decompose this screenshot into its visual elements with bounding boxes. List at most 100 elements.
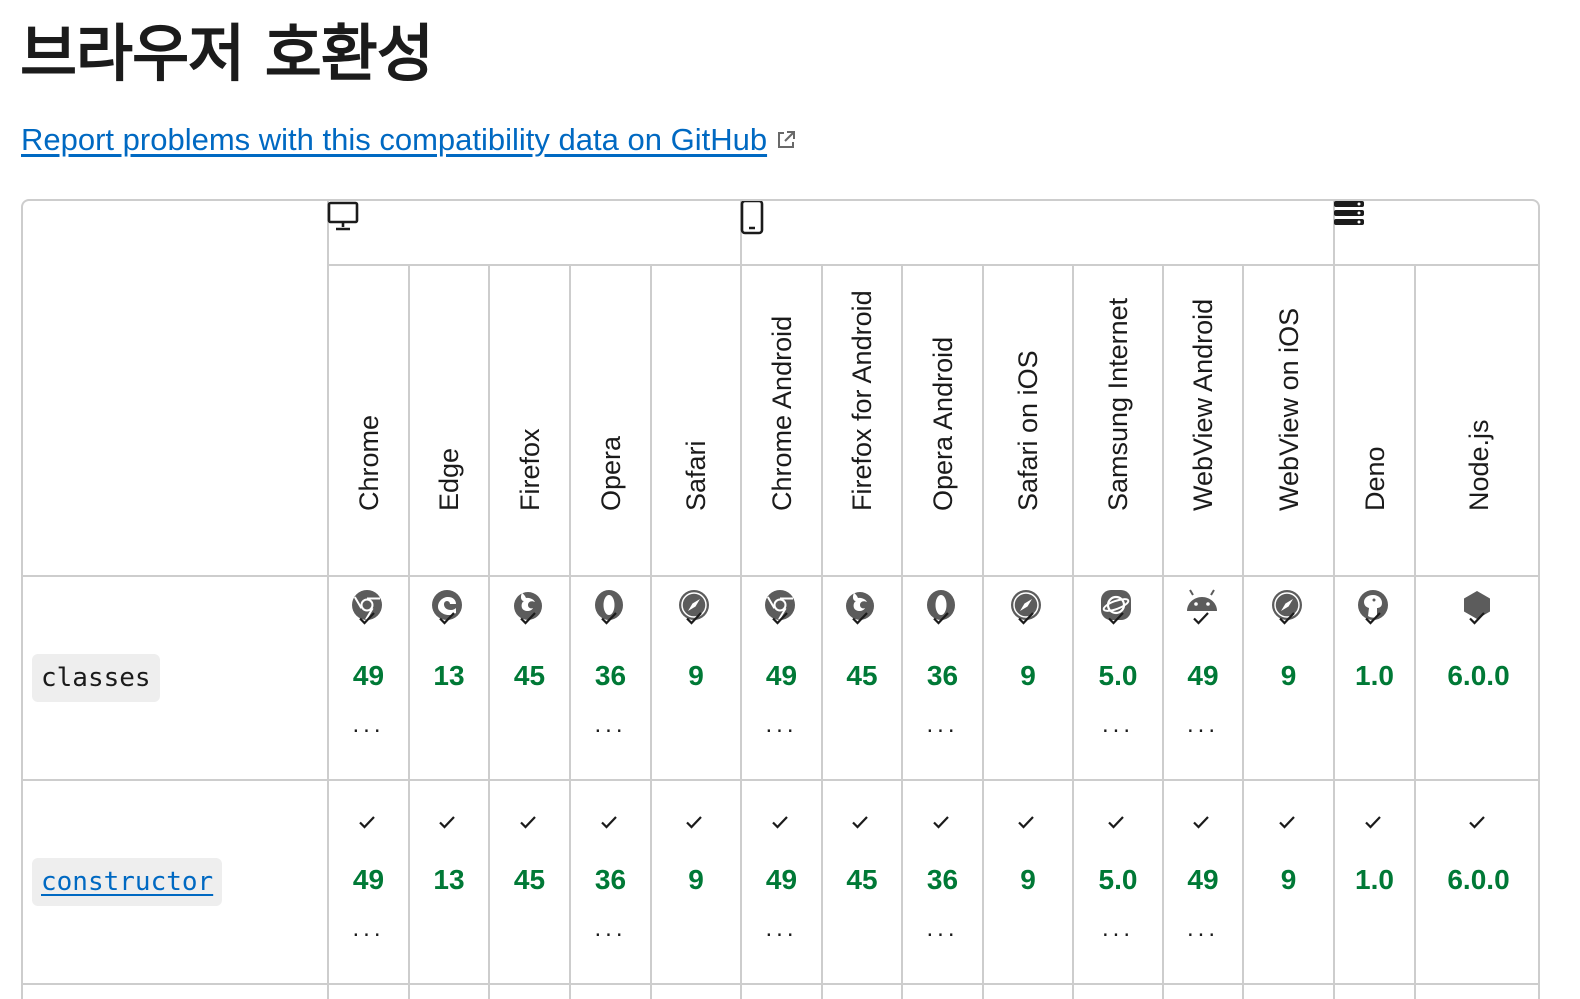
support-cell[interactable]: 45 xyxy=(489,576,570,780)
version-added: 36 xyxy=(594,660,627,691)
more-notes-indicator: ... xyxy=(594,915,627,942)
support-cell[interactable]: 49... xyxy=(328,780,409,984)
support-cell[interactable]: 1.0 xyxy=(1334,576,1415,780)
version-added: 9 xyxy=(1020,660,1036,691)
server-icon xyxy=(1334,201,1538,265)
version-added: 49 xyxy=(765,660,798,691)
table-corner xyxy=(23,201,327,576)
support-cell[interactable]: 13 xyxy=(409,576,489,780)
check-icon xyxy=(1467,812,1491,836)
check-icon xyxy=(437,812,461,836)
more-notes-indicator: ... xyxy=(926,711,959,738)
version-added: 36 xyxy=(926,660,959,691)
browser-name: Safari xyxy=(681,440,711,511)
more-notes-indicator: ... xyxy=(765,915,798,942)
version-added: 9 xyxy=(688,864,704,895)
browser-name: Opera xyxy=(595,435,626,511)
check-icon xyxy=(770,812,794,836)
check-icon xyxy=(518,608,542,632)
support-cell[interactable]: 9 xyxy=(651,576,741,780)
support-cell[interactable]: 36... xyxy=(570,576,651,780)
browser-name: Opera Android xyxy=(927,336,958,511)
browser-header: Firefox xyxy=(489,265,570,620)
support-cell[interactable]: 9 xyxy=(983,780,1073,984)
version-added: 9 xyxy=(1280,660,1297,691)
browser-header: Edge xyxy=(409,265,489,620)
check-icon xyxy=(599,608,623,632)
check-icon xyxy=(931,812,955,836)
version-added: 45 xyxy=(846,864,878,895)
check-icon xyxy=(1106,608,1130,632)
support-cell[interactable]: 36... xyxy=(570,780,651,984)
browser-name: WebView Android xyxy=(1188,298,1218,511)
check-icon xyxy=(684,812,708,836)
browser-name: Firefox for Android xyxy=(847,290,877,511)
support-cell[interactable]: 49... xyxy=(328,576,409,780)
support-cell[interactable]: 9 xyxy=(1243,780,1334,984)
support-cell[interactable]: 9 xyxy=(983,576,1073,780)
browser-header: Samsung Internet xyxy=(1073,265,1163,620)
check-icon xyxy=(770,608,794,632)
check-icon xyxy=(1363,608,1387,632)
check-icon xyxy=(357,812,381,836)
version-added: 6.0.0 xyxy=(1447,864,1510,895)
support-cell[interactable]: 9 xyxy=(651,780,741,984)
support-cell[interactable]: 5.0... xyxy=(1073,576,1163,780)
browser-header: Node.js xyxy=(1415,265,1538,619)
browser-header: Safari on iOS xyxy=(983,265,1073,620)
browser-header: Opera Android xyxy=(902,265,983,620)
version-added: 9 xyxy=(1280,864,1297,895)
support-cell[interactable]: 49... xyxy=(741,576,822,780)
version-added: 9 xyxy=(688,660,704,691)
version-added: 49 xyxy=(1187,864,1219,895)
check-icon xyxy=(1363,812,1387,836)
more-notes-indicator: ... xyxy=(1101,711,1134,738)
check-icon xyxy=(1277,608,1301,632)
page-title: 브라우저 호환성 xyxy=(20,17,434,90)
version-added: 45 xyxy=(846,660,878,691)
support-cell[interactable]: 1.0 xyxy=(1334,780,1415,984)
support-cell[interactable]: 45 xyxy=(822,576,902,780)
version-added: 49 xyxy=(1187,660,1219,691)
version-added: 1.0 xyxy=(1355,660,1394,691)
support-cell[interactable]: 49... xyxy=(1163,576,1243,780)
report-problems-link[interactable]: Report problems with this compatibility … xyxy=(21,118,797,162)
version-added: 36 xyxy=(594,864,627,895)
report-link-text: Report problems with this compatibility … xyxy=(21,122,768,157)
support-cell[interactable]: 9 xyxy=(1243,576,1334,780)
version-added: 5.0 xyxy=(1098,660,1138,691)
check-icon xyxy=(1277,812,1301,836)
version-added: 45 xyxy=(513,660,546,691)
version-added: 13 xyxy=(433,660,465,691)
mobile-icon xyxy=(740,201,1334,265)
more-notes-indicator: ... xyxy=(926,915,959,942)
support-cell[interactable]: 36... xyxy=(902,780,983,984)
version-added: 9 xyxy=(1020,864,1036,895)
support-cell[interactable]: 36... xyxy=(902,576,983,780)
more-notes-indicator: ... xyxy=(765,711,798,738)
version-added: 36 xyxy=(926,864,959,895)
check-icon xyxy=(437,608,461,632)
feature-link-constructor[interactable]: constructor xyxy=(32,858,223,906)
browser-name: Deno xyxy=(1359,446,1390,511)
more-notes-indicator: ... xyxy=(352,711,385,738)
browser-name: Firefox xyxy=(514,428,545,511)
more-notes-indicator: ... xyxy=(1101,915,1134,942)
feature-name-cell: classes xyxy=(23,576,327,780)
support-cell[interactable]: 5.0... xyxy=(1073,780,1163,984)
check-icon xyxy=(357,608,381,632)
version-added: 49 xyxy=(352,864,385,895)
check-icon xyxy=(684,608,708,632)
support-cell[interactable]: 13 xyxy=(409,780,489,984)
support-cell[interactable]: 45 xyxy=(489,780,570,984)
support-cell[interactable]: 6.0.0 xyxy=(1415,576,1538,780)
support-cell[interactable]: 49... xyxy=(1163,780,1243,984)
version-added: 49 xyxy=(765,864,798,895)
support-cell[interactable]: 49... xyxy=(741,780,822,984)
browser-name: Edge xyxy=(434,447,464,511)
browser-name: WebView on iOS xyxy=(1273,307,1304,511)
support-cell[interactable]: 6.0.0 xyxy=(1415,780,1538,984)
support-cell[interactable]: 45 xyxy=(822,780,902,984)
check-icon xyxy=(1191,608,1215,632)
check-icon xyxy=(1467,608,1491,632)
